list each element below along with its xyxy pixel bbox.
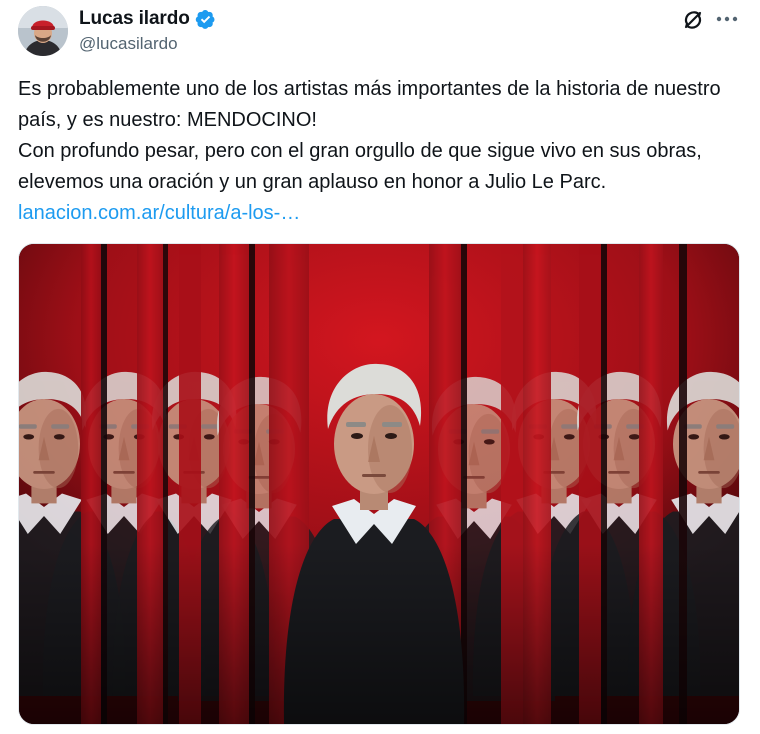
avatar[interactable] (18, 6, 68, 56)
author-handle[interactable]: @lucasilardo (79, 34, 178, 54)
verified-badge-icon[interactable] (195, 9, 216, 30)
photo-julio-le-parc (19, 244, 739, 724)
more-options-icon[interactable] (714, 8, 740, 30)
tweet-link[interactable]: lanacion.com.ar/cultura/a-los-… (18, 202, 300, 224)
grok-icon[interactable] (680, 7, 706, 33)
author-name-row: Lucas ilardo (79, 7, 216, 31)
tweet-body: Es probablemente uno de los artistas más… (18, 74, 742, 229)
tweet-text-line1: Es probablemente uno de los artistas más… (18, 78, 721, 131)
author-display-name[interactable]: Lucas ilardo (79, 8, 190, 30)
tweet-card: Lucas ilardo @lucasilardo Es probablemen… (0, 0, 760, 734)
tweet-text-line2: Con profundo pesar, pero con el gran org… (18, 140, 702, 193)
tweet-media-photo[interactable] (18, 243, 740, 725)
